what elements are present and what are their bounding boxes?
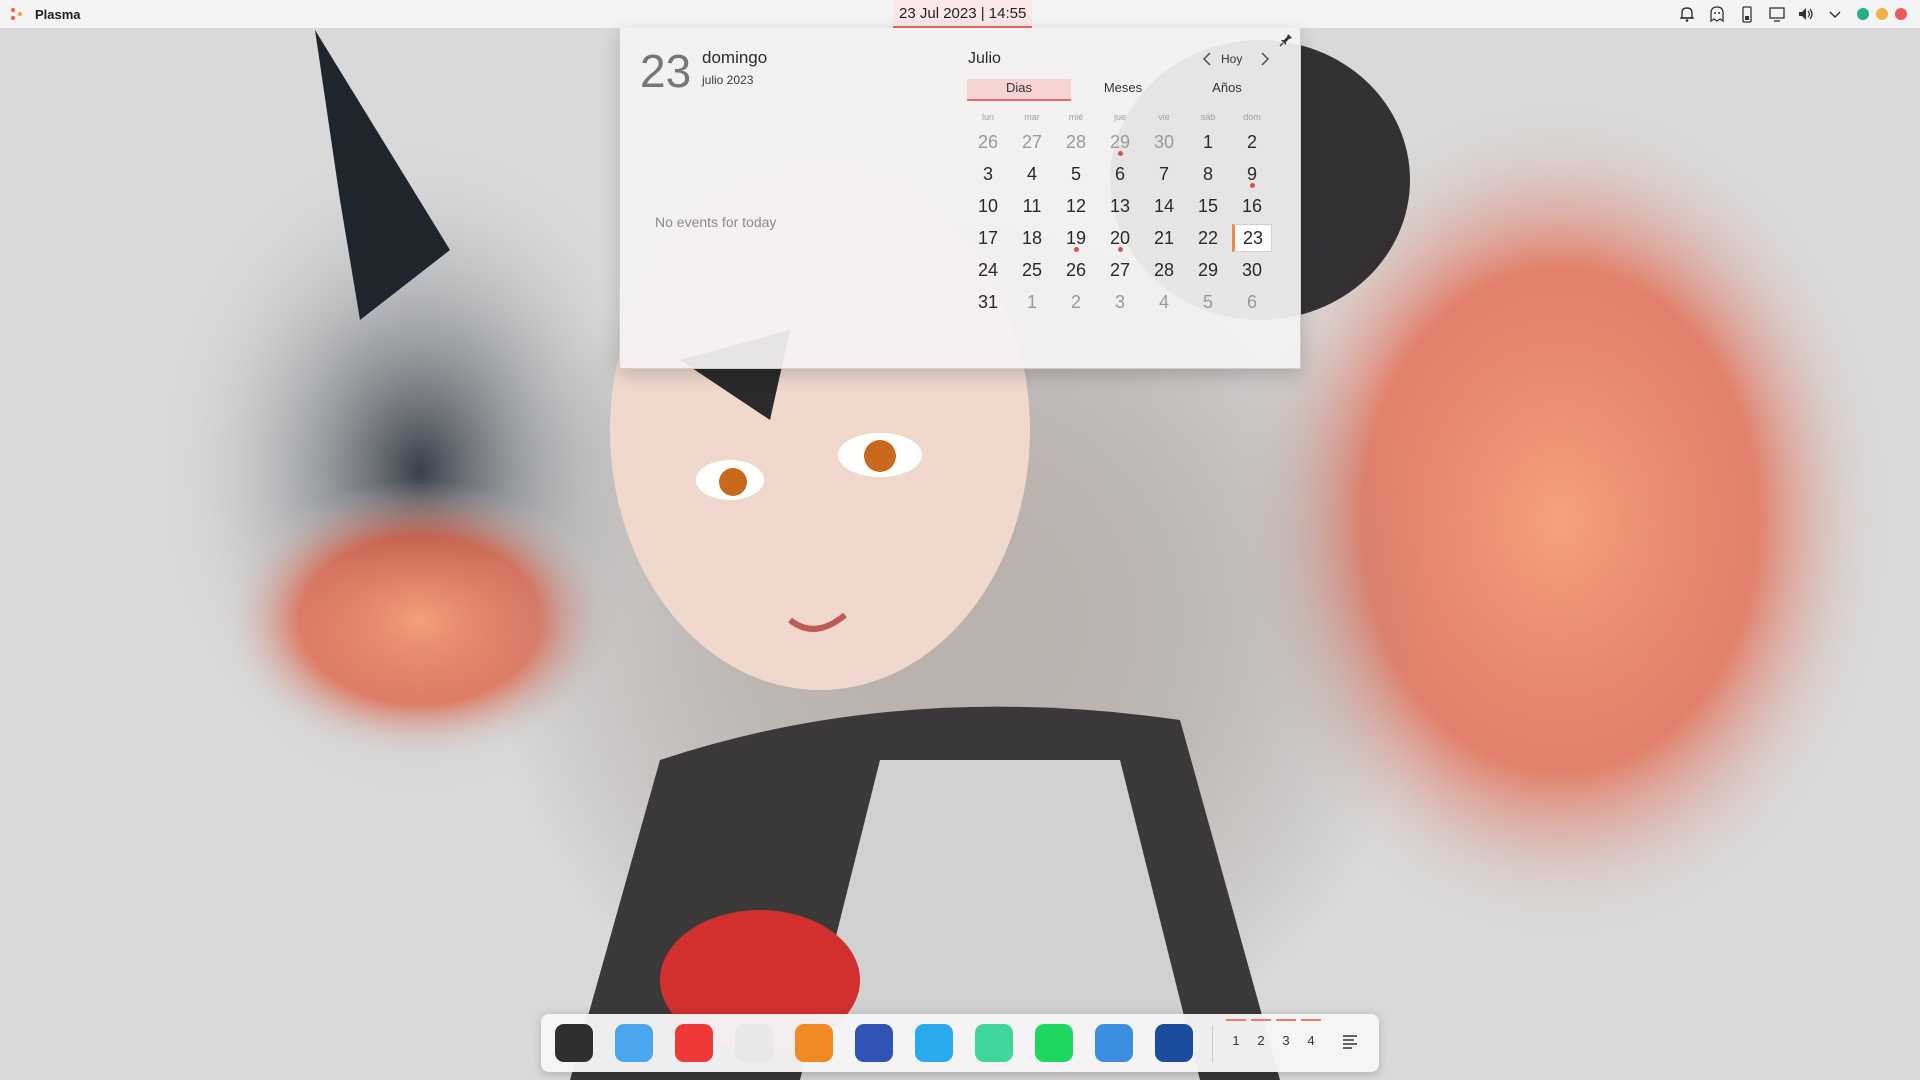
- calendar-day[interactable]: 5: [1056, 160, 1096, 188]
- launcher-label[interactable]: Plasma: [35, 7, 81, 22]
- desktop-indicator: [1226, 1019, 1246, 1021]
- calendar-day[interactable]: 16: [1232, 192, 1272, 220]
- desktop-3[interactable]: 3: [1274, 1033, 1298, 1048]
- transfer-icon[interactable]: [915, 1024, 953, 1062]
- selected-month-year: julio 2023: [702, 73, 754, 87]
- weekday-header: vie: [1158, 112, 1170, 122]
- dock-divider: [1212, 1026, 1213, 1062]
- calendar-day[interactable]: 25: [1012, 256, 1052, 284]
- tab-years[interactable]: Años: [1175, 79, 1279, 99]
- desktop-indicator: [1301, 1019, 1321, 1021]
- calendar-day[interactable]: 26: [1056, 256, 1096, 284]
- selected-day-number: 23: [640, 45, 692, 97]
- calendar-day[interactable]: 8: [1188, 160, 1228, 188]
- window-minimize-dot[interactable]: [1857, 8, 1869, 20]
- event-dot: [1250, 183, 1255, 188]
- weekday-header: lun: [981, 112, 994, 122]
- calendar-day[interactable]: 28: [1056, 128, 1096, 156]
- top-panel: Plasma 23 Jul 2023 | 14:55: [0, 0, 1920, 29]
- calendar-day[interactable]: 3: [1100, 288, 1140, 316]
- calendar-day[interactable]: 4: [1144, 288, 1184, 316]
- plasma-launcher-icon[interactable]: [8, 5, 26, 23]
- terminal-icon[interactable]: [555, 1024, 593, 1062]
- tab-days[interactable]: Dias: [967, 79, 1071, 101]
- weekday-header: jue: [1113, 112, 1126, 122]
- calendar-day[interactable]: 18: [1012, 224, 1052, 252]
- calendar-day[interactable]: 27: [1012, 128, 1052, 156]
- digital-clock[interactable]: 23 Jul 2023 | 14:55: [893, 0, 1033, 28]
- calendar-day[interactable]: 24: [968, 256, 1008, 284]
- calendar-day[interactable]: 2: [1232, 128, 1272, 156]
- calendar-day[interactable]: 3: [968, 160, 1008, 188]
- spotify-icon[interactable]: [1035, 1024, 1073, 1062]
- steam-icon[interactable]: [1155, 1024, 1193, 1062]
- calendar-day[interactable]: 14: [1144, 192, 1184, 220]
- desktop-indicator: [1276, 1019, 1296, 1021]
- calendar-day[interactable]: 6: [1100, 160, 1140, 188]
- calendar-day[interactable]: 28: [1144, 256, 1184, 284]
- weekday-header: mié: [1068, 112, 1084, 122]
- calendar-day[interactable]: 31: [968, 288, 1008, 316]
- ghost-icon[interactable]: [1708, 5, 1726, 23]
- calendar-day[interactable]: 17: [968, 224, 1008, 252]
- weekday-header: sáb: [1200, 112, 1216, 122]
- calendar-day[interactable]: 30: [1144, 128, 1184, 156]
- desktop-4[interactable]: 4: [1299, 1033, 1323, 1048]
- calendar-day[interactable]: 22: [1188, 224, 1228, 252]
- calendar-day[interactable]: 21: [1144, 224, 1184, 252]
- dock: 1234: [541, 1014, 1379, 1072]
- event-dot: [1118, 247, 1123, 252]
- display-icon[interactable]: [1768, 5, 1786, 23]
- today-button[interactable]: Hoy: [1221, 52, 1242, 66]
- calendar-day[interactable]: 15: [1188, 192, 1228, 220]
- files-icon[interactable]: [615, 1024, 653, 1062]
- music-icon[interactable]: [975, 1024, 1013, 1062]
- calendar-day[interactable]: 26: [968, 128, 1008, 156]
- desktop-indicator: [1251, 1019, 1271, 1021]
- desktop-2[interactable]: 2: [1249, 1033, 1273, 1048]
- no-events-message: No events for today: [655, 214, 777, 230]
- weekday-header: mar: [1024, 112, 1040, 122]
- qbittorrent-icon[interactable]: [1095, 1024, 1133, 1062]
- desktop-1[interactable]: 1: [1224, 1033, 1248, 1048]
- pin-icon[interactable]: [1278, 32, 1294, 48]
- month-title: Julio: [968, 50, 1001, 67]
- mail-icon[interactable]: [795, 1024, 833, 1062]
- chevron-right-icon[interactable]: [1257, 50, 1273, 68]
- calendar-day[interactable]: 27: [1100, 256, 1140, 284]
- event-dot: [1074, 247, 1079, 252]
- chevron-left-icon[interactable]: [1199, 50, 1215, 68]
- calendar-day[interactable]: 4: [1012, 160, 1052, 188]
- battery-icon[interactable]: [1738, 5, 1756, 23]
- calendar-day[interactable]: 5: [1188, 288, 1228, 316]
- vivaldi-icon[interactable]: [675, 1024, 713, 1062]
- podcast-icon[interactable]: [855, 1024, 893, 1062]
- window-close-dot[interactable]: [1895, 8, 1907, 20]
- volume-icon[interactable]: [1797, 5, 1815, 23]
- calendar-day[interactable]: 23: [1232, 224, 1272, 252]
- calendar-day[interactable]: 2: [1056, 288, 1096, 316]
- menu-icon[interactable]: [1341, 1032, 1359, 1050]
- calendar-day[interactable]: 30: [1232, 256, 1272, 284]
- calendar-day[interactable]: 11: [1012, 192, 1052, 220]
- calendar-day[interactable]: 6: [1232, 288, 1272, 316]
- calendar-popup: 23 domingo julio 2023 No events for toda…: [619, 28, 1301, 369]
- calendar-day[interactable]: 13: [1100, 192, 1140, 220]
- calendar-day[interactable]: 10: [968, 192, 1008, 220]
- calendar-day[interactable]: 12: [1056, 192, 1096, 220]
- selected-weekday: domingo: [702, 48, 768, 67]
- alarm-icon[interactable]: [1678, 5, 1696, 23]
- event-dot: [1118, 151, 1123, 156]
- tab-months[interactable]: Meses: [1071, 79, 1175, 99]
- weekday-header: dom: [1243, 112, 1261, 122]
- calendar-day[interactable]: 7: [1144, 160, 1184, 188]
- inkscape-icon[interactable]: [735, 1024, 773, 1062]
- window-maximize-dot[interactable]: [1876, 8, 1888, 20]
- calendar-day[interactable]: 29: [1188, 256, 1228, 284]
- calendar-day[interactable]: 1: [1012, 288, 1052, 316]
- chevron-down-icon[interactable]: [1826, 5, 1844, 23]
- calendar-day[interactable]: 1: [1188, 128, 1228, 156]
